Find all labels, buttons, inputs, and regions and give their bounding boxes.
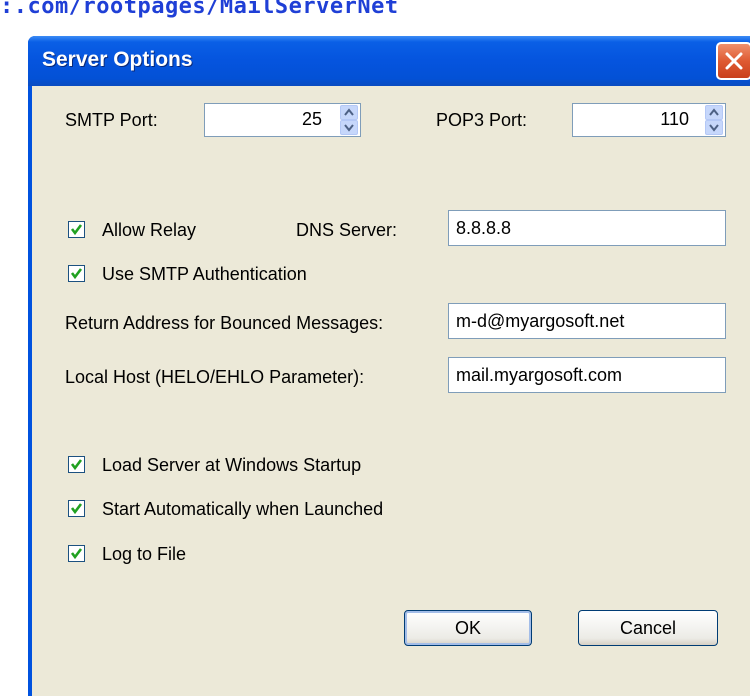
smtp-port-spin-down[interactable] (340, 120, 358, 135)
spin-up-icon (344, 108, 354, 116)
return-address-label: Return Address for Bounced Messages: (65, 313, 384, 333)
spin-up-icon (709, 108, 719, 116)
smtp-port-field[interactable]: 25 (204, 103, 361, 137)
background-url-text: :.com/rootpages/MailServerNet (0, 0, 399, 19)
smtp-port-value: 25 (301, 109, 322, 129)
dns-server-value: 8.8.8.8 (456, 218, 512, 238)
dns-server-label: DNS Server: (296, 220, 398, 240)
log-to-file-checkbox[interactable] (68, 545, 85, 562)
server-options-dialog: Server Options SMTP Port: 25 POP3 Port: … (28, 36, 750, 696)
use-smtp-auth-label: Use SMTP Authentication (102, 264, 307, 284)
load-at-startup-label: Load Server at Windows Startup (102, 455, 362, 475)
use-smtp-auth-checkbox[interactable] (68, 265, 85, 282)
start-automatically-label: Start Automatically when Launched (102, 499, 384, 519)
start-automatically-checkbox[interactable] (68, 500, 85, 517)
dialog-title: Server Options (42, 48, 193, 71)
local-host-value: mail.myargosoft.com (456, 365, 623, 385)
dialog-client-area: SMTP Port: 25 POP3 Port: 110 Allow Relay… (32, 86, 750, 696)
pop3-port-spin-down[interactable] (705, 120, 723, 135)
cancel-button[interactable]: Cancel (578, 610, 718, 646)
local-host-label: Local Host (HELO/EHLO Parameter): (65, 367, 365, 387)
spin-down-icon (344, 124, 354, 132)
return-address-field[interactable]: m-d@myargosoft.net (448, 303, 726, 339)
smtp-port-spin-up[interactable] (340, 105, 358, 120)
checkmark-icon (70, 224, 83, 236)
checkmark-icon (70, 268, 83, 280)
checkmark-icon (70, 548, 83, 560)
log-to-file-label: Log to File (102, 544, 187, 564)
pop3-port-spin-up[interactable] (705, 105, 723, 120)
pop3-port-field[interactable]: 110 (572, 103, 726, 137)
spin-down-icon (709, 124, 719, 132)
checkmark-icon (70, 459, 83, 471)
dns-server-field[interactable]: 8.8.8.8 (448, 210, 726, 246)
pop3-port-value: 110 (660, 109, 689, 129)
close-icon (725, 52, 743, 70)
smtp-port-label: SMTP Port: (65, 110, 158, 130)
title-bar[interactable]: Server Options (28, 36, 750, 86)
ok-button[interactable]: OK (404, 610, 532, 646)
return-address-value: m-d@myargosoft.net (456, 311, 625, 331)
checkmark-icon (70, 503, 83, 515)
local-host-field[interactable]: mail.myargosoft.com (448, 357, 726, 393)
allow-relay-checkbox[interactable] (68, 221, 85, 238)
load-at-startup-checkbox[interactable] (68, 456, 85, 473)
allow-relay-label: Allow Relay (102, 220, 197, 240)
pop3-port-label: POP3 Port: (436, 110, 528, 130)
close-button[interactable] (716, 42, 750, 80)
